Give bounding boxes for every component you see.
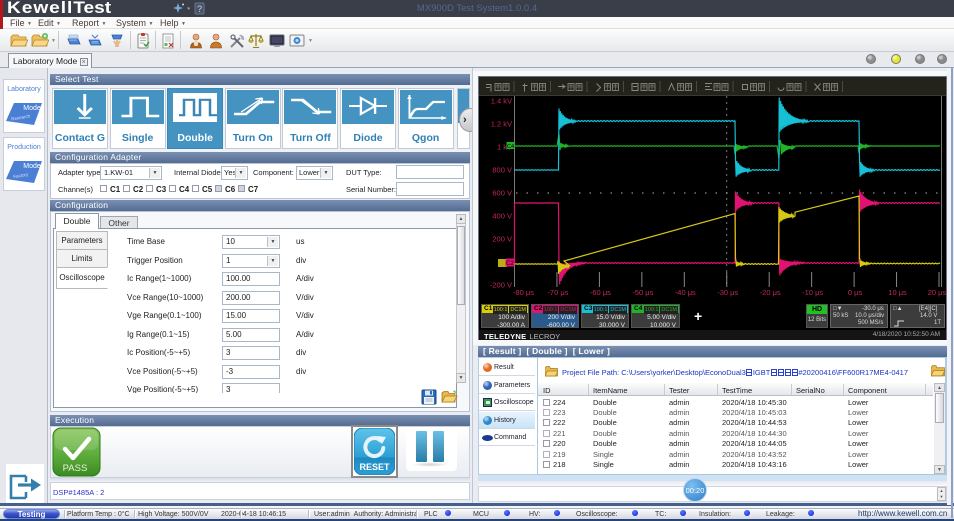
svg-text:-40 μs: -40 μs: [675, 288, 696, 297]
svg-text:-30 μs: -30 μs: [717, 288, 738, 297]
svg-text:200 V: 200 V: [492, 235, 512, 244]
svg-text:600 V: 600 V: [492, 189, 512, 198]
svg-text:-60 μs: -60 μs: [590, 288, 611, 297]
svg-text:0 μs: 0 μs: [848, 288, 863, 297]
svg-text:800 V: 800 V: [492, 166, 512, 175]
svg-text:1.2 kV: 1.2 kV: [491, 120, 512, 129]
svg-text:-20 μs: -20 μs: [760, 288, 781, 297]
svg-text:Mode: Mode: [23, 105, 41, 112]
svg-text:RESET: RESET: [359, 462, 390, 472]
svg-text:-50 μs: -50 μs: [632, 288, 653, 297]
svg-text:10 μs: 10 μs: [888, 288, 907, 297]
svg-text:-200 V: -200 V: [490, 281, 512, 290]
svg-text:C2: C2: [506, 261, 514, 267]
svg-text:400 V: 400 V: [492, 212, 512, 221]
svg-text:-10 μs: -10 μs: [802, 288, 823, 297]
svg-text:C4: C4: [507, 144, 514, 150]
svg-text:Mode: Mode: [23, 163, 41, 170]
svg-text:PASS: PASS: [63, 463, 88, 474]
svg-text:-80 μs: -80 μs: [513, 288, 534, 297]
svg-text:1.4 kV: 1.4 kV: [491, 97, 512, 106]
svg-text:-70 μs: -70 μs: [547, 288, 568, 297]
svg-text:20 μs: 20 μs: [928, 288, 947, 297]
